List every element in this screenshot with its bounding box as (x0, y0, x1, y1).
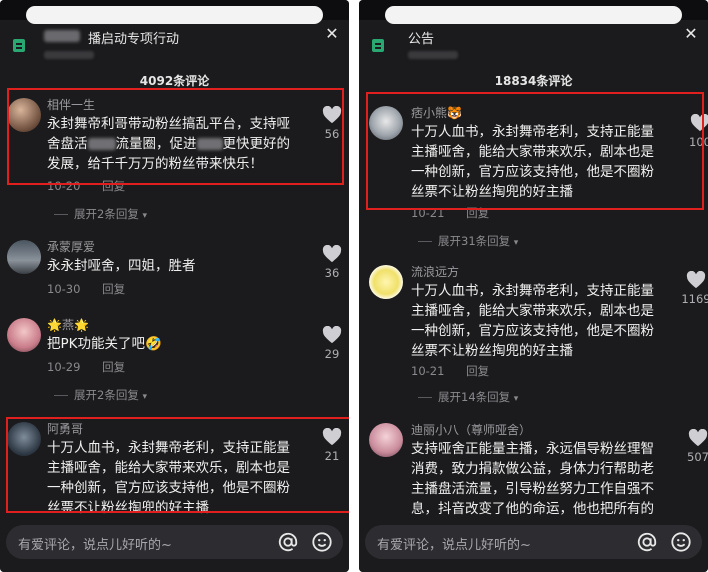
comment-text: 永永封哑舍，四姐，胜者 (47, 258, 196, 274)
comment-author[interactable]: 迪丽小八（尊师哑舍） (411, 421, 531, 438)
comment-author[interactable]: 🌟燕🌟 (47, 316, 89, 333)
like-count: 1169 (681, 292, 708, 306)
avatar[interactable] (7, 318, 41, 352)
list-icon (13, 39, 25, 52)
avatar[interactable] (7, 422, 41, 456)
expand-replies[interactable]: 展开2条回复 ▾ (54, 387, 147, 403)
blurred-subtitle (44, 51, 94, 59)
at-icon[interactable] (277, 531, 299, 553)
close-icon[interactable]: ✕ (323, 25, 341, 43)
heart-icon (322, 106, 342, 124)
expand-replies[interactable]: 展开2条回复 ▾ (54, 206, 147, 222)
panel-title: 公告 (408, 32, 435, 47)
expand-replies[interactable]: 展开14条回复 ▾ (418, 389, 518, 405)
comment-meta: 10-20 回复 (47, 178, 125, 194)
heart-icon (322, 245, 342, 263)
input-placeholder: 有爱评论，说点儿好听的~ (377, 538, 531, 553)
comment-meta: 10-30 回复 (47, 281, 125, 297)
emoji-icon[interactable] (311, 531, 333, 553)
like-count: 507 (687, 450, 708, 464)
like-button[interactable]: 56 (317, 106, 347, 141)
comment-input-bar: 有爱评论，说点儿好听的~ (359, 516, 708, 572)
like-count: 36 (324, 266, 340, 280)
like-count: 21 (324, 449, 340, 463)
input-placeholder: 有爱评论，说点儿好听的~ (18, 538, 172, 553)
like-count: 100 (689, 135, 708, 149)
like-count: 56 (324, 127, 340, 141)
avatar[interactable] (7, 240, 41, 274)
comment-meta: 10-21 回复 (411, 363, 489, 379)
comment-author[interactable]: 阿勇哥 (47, 420, 83, 437)
heart-icon (322, 326, 342, 344)
heart-icon (688, 429, 708, 447)
heart-icon (322, 428, 342, 446)
panel-header: 公告 ✕ (359, 20, 708, 72)
reply-button[interactable]: 回复 (466, 206, 489, 220)
like-button[interactable]: 100 (685, 114, 708, 149)
comment-author[interactable]: 流浪远方 (411, 263, 459, 280)
comment-input[interactable]: 有爱评论，说点儿好听的~ (6, 525, 343, 559)
avatar[interactable] (369, 265, 403, 299)
panel-header: 播启动专项行动 ✕ (0, 20, 349, 72)
like-button[interactable]: 507 (683, 429, 708, 464)
comment-count: 18834条评论 (494, 74, 573, 88)
like-count: 29 (324, 347, 340, 361)
comment-date: 10-21 (411, 364, 445, 378)
close-icon[interactable]: ✕ (682, 25, 700, 43)
comment-text: 永封舞帝利哥带动粉丝搞乱平台，支持哑 舍盘活 流量圈，促进 更快更好的 发展，给千千… (47, 116, 290, 172)
reply-button[interactable]: 回复 (102, 179, 125, 193)
list-icon (372, 39, 384, 52)
comment-text: 十万人血书，永封舞帝老利，支持正能量 主播哑舍，能给大家带来欢乐，剧本也是 一种… (411, 283, 654, 359)
like-button[interactable]: 1169 (681, 271, 708, 306)
like-button[interactable]: 21 (317, 428, 347, 463)
comment-text: 十万人血书，永封舞帝老利，支持正能量 主播哑舍，能给大家带来欢乐，剧本也是 一种… (47, 440, 290, 516)
comment-text: 把PK功能关了吧🤣 (47, 336, 162, 352)
avatar[interactable] (369, 423, 403, 457)
comment-date: 10-21 (411, 206, 445, 220)
comment-date: 10-29 (47, 360, 81, 374)
heart-icon (686, 271, 706, 289)
reply-button[interactable]: 回复 (102, 282, 125, 296)
panel-title: 播启动专项行动 (88, 32, 180, 47)
at-icon[interactable] (636, 531, 658, 553)
like-button[interactable]: 29 (317, 326, 347, 361)
avatar[interactable] (7, 98, 41, 132)
comment-author[interactable]: 痞小熊🐯 (411, 104, 462, 121)
comment-panel-right: 公告 ✕ 18834条评论 痞小熊🐯 十万人血书，永封舞帝老利，支持正能量 主播… (359, 0, 708, 572)
reply-button[interactable]: 回复 (102, 360, 125, 374)
reply-button[interactable]: 回复 (466, 364, 489, 378)
blurred-title-prefix (44, 30, 80, 42)
comment-count: 4092条评论 (139, 74, 210, 88)
emoji-icon[interactable] (670, 531, 692, 553)
comment-panel-left: 播启动专项行动 ✕ 4092条评论 相伴一生 永封舞帝利哥带动粉丝搞乱平台，支持… (0, 0, 349, 572)
comment-text: 十万人血书，永封舞帝老利，支持正能量 主播哑舍，能给大家带来欢乐，剧本也是 一种… (411, 124, 654, 200)
comment-meta: 10-21 回复 (411, 205, 489, 221)
comment-date: 10-30 (47, 282, 81, 296)
comment-date: 10-20 (47, 179, 81, 193)
blurred-subtitle (408, 51, 458, 59)
comment-text: 支持哑舍正能量主播，永远倡导粉丝理智 消费，致力捐款做公益，身体力行帮助老 主播… (411, 441, 654, 517)
comment-input-bar: 有爱评论，说点儿好听的~ (0, 516, 349, 572)
like-button[interactable]: 36 (317, 245, 347, 280)
avatar[interactable] (369, 106, 403, 140)
comment-meta: 10-29 回复 (47, 359, 125, 375)
heart-icon (690, 114, 708, 132)
comment-author[interactable]: 相伴一生 (47, 96, 95, 113)
comment-author[interactable]: 承蒙厚爱 (47, 238, 95, 255)
comment-input[interactable]: 有爱评论，说点儿好听的~ (365, 525, 702, 559)
expand-replies[interactable]: 展开31条回复 ▾ (418, 233, 518, 249)
